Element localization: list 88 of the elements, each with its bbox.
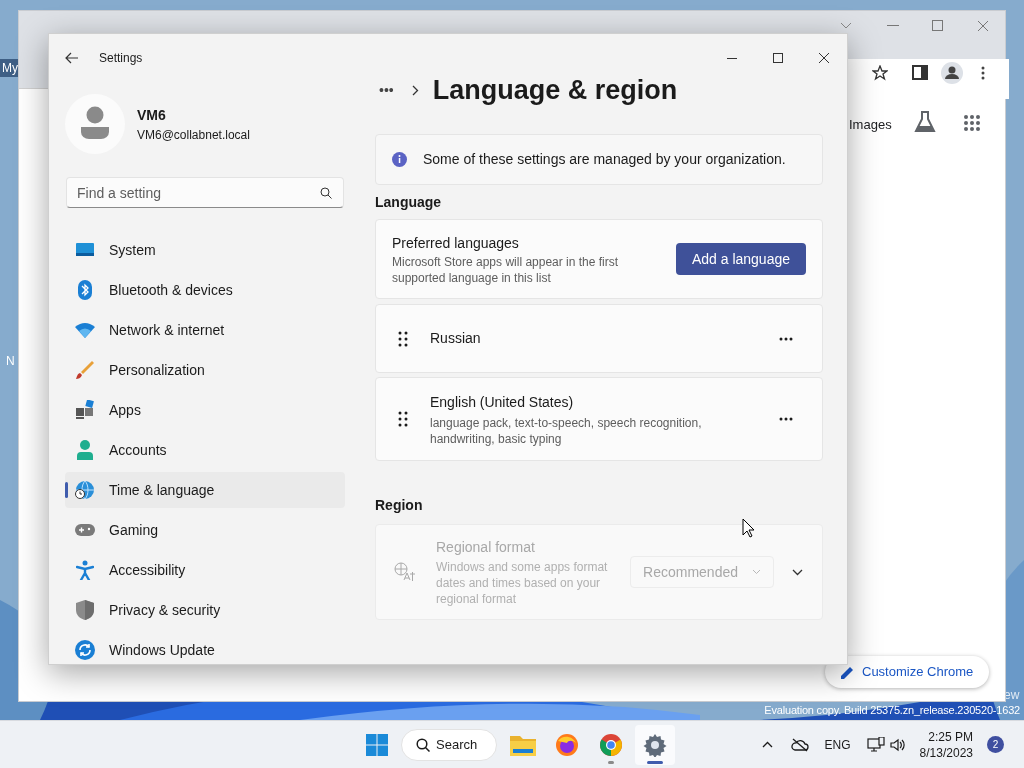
taskbar-search[interactable]: Search [401,728,497,761]
selection-indicator [65,482,68,498]
chevron-up-icon[interactable] [761,741,773,748]
nav-item[interactable]: Accessibility [65,552,345,588]
close-icon [819,53,829,63]
nav-item[interactable]: Gaming [65,512,345,548]
chevron-down-icon [791,568,803,576]
section-heading: Region [375,496,424,515]
network-icon[interactable] [866,736,885,753]
gamepad-icon [75,523,95,537]
search-field[interactable]: Find a setting [66,177,344,208]
menu-icon[interactable] [981,66,985,80]
language-format-icon [394,562,416,582]
taskbar-app[interactable] [635,724,675,765]
nav-item[interactable]: Privacy & security [65,592,345,628]
nav-item[interactable]: System [65,232,345,268]
drag-handle-icon[interactable] [398,411,408,427]
profile-icon[interactable] [941,62,963,84]
chevron-down-icon [752,569,761,575]
more-icon [779,417,793,421]
apps-grid-icon[interactable] [963,114,981,132]
add-language-button[interactable]: Add a language [675,243,806,275]
chrome-icon[interactable] [599,732,623,757]
user-email: VM6@collabnet.local [137,126,250,144]
flask-icon[interactable] [913,110,937,134]
monitor-icon [75,242,95,258]
customize-chrome-button[interactable]: Customize Chrome [825,656,990,688]
language-name: Russian [430,329,482,348]
search-icon [416,737,430,752]
speaker-icon[interactable] [889,737,906,752]
back-button[interactable] [65,50,81,66]
sync-icon [75,640,95,660]
notification-badge[interactable]: 2 [987,736,1004,753]
windows-logo-icon [366,733,388,756]
nav-item[interactable]: Time & language [65,472,345,508]
setting-title: Preferred languages [392,233,520,253]
bluetooth-icon [77,280,93,300]
setting-description: Microsoft Store apps will appear in the first supported language in this list [392,253,620,286]
images-link[interactable]: Images [849,115,892,135]
minimize-icon[interactable] [887,25,899,27]
notice-text: Some of these settings are managed by your organization. [423,150,786,169]
person-icon [76,440,94,460]
chevron-down-icon[interactable] [840,22,852,30]
gear-icon[interactable] [643,732,667,757]
clock-time[interactable]: 2:25 PM [928,728,973,745]
desktop-icon-label[interactable]: My [0,59,20,77]
brush-icon [75,360,95,380]
nav-item[interactable]: Accounts [65,432,345,468]
setting-title: Regional format [436,538,536,557]
window-title: Settings [99,50,143,67]
nav-item[interactable]: Personalization [65,352,345,388]
shield-icon [76,600,94,620]
running-indicator [647,760,663,764]
globe-clock-icon [75,480,95,500]
drag-handle-icon[interactable] [398,330,408,347]
cloud-off-icon[interactable] [790,737,809,752]
fox-globe-icon[interactable] [555,732,579,757]
nav-item[interactable]: Windows Update [65,632,345,664]
folder-icon[interactable] [510,733,536,756]
wifi-icon [75,322,95,338]
maximize-icon [773,53,783,63]
pencil-icon [841,665,854,679]
more-icon [779,336,793,341]
back-arrow-icon [65,52,79,64]
nav-item[interactable]: Bluetooth & devices [65,272,345,308]
language-name: English (United States) [430,392,575,412]
search-icon [320,187,332,199]
running-indicator [608,760,614,764]
nav-item[interactable]: Network & internet [65,312,345,348]
setting-description: Windows and some apps format dates and times based on your regional format [436,559,609,607]
page-title: Language & region [432,73,678,107]
language-features: language pack, text-to-speech, speech recognition, handwriting, basic typing [430,414,703,447]
star-icon[interactable] [872,65,888,81]
minimize-icon [727,57,737,59]
info-icon [392,152,407,167]
maximize-icon[interactable] [932,20,943,31]
avatar-icon[interactable] [65,94,125,154]
clock-date[interactable]: 8/13/2023 [919,744,973,761]
input-language[interactable]: ENG [824,735,851,754]
side-panel-icon[interactable] [912,65,928,80]
apps-icon [75,400,95,420]
user-name: VM6 [137,105,167,125]
section-heading: Language [375,193,443,212]
close-icon[interactable] [977,20,989,32]
breadcrumb-more[interactable]: ••• [379,79,394,101]
chevron-right-icon [411,84,419,96]
nav-item[interactable]: Apps [65,392,345,428]
accessibility-icon [76,560,94,580]
